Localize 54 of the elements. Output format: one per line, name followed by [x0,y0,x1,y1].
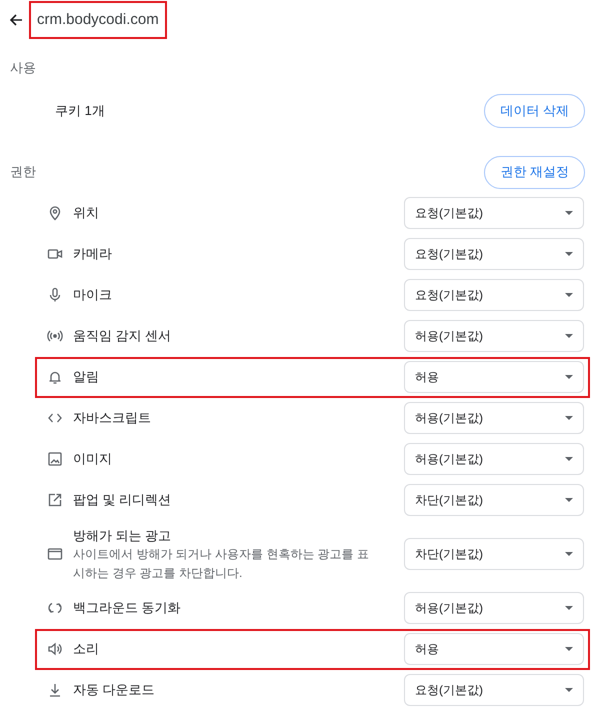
permission-dropdown[interactable]: 요청(기본값) [404,238,584,270]
location-pin-icon [47,205,63,221]
permission-label: 자바스크립트 [73,409,151,428]
permission-label: 마이크 [73,286,112,304]
caret-icon [565,606,573,610]
sync-icon [47,600,63,616]
external-link-icon [47,492,63,508]
browser-window-icon [47,546,63,562]
microphone-icon [47,287,63,303]
permission-label: 이미지 [73,450,112,468]
sensor-waves-icon [47,328,63,344]
caret-icon [565,647,573,651]
image-icon [47,451,63,467]
cookie-count: 쿠키 1개 [55,102,105,120]
site-title: crm.bodycodi.com [29,0,167,40]
back-arrow-icon[interactable] [9,13,23,27]
clear-data-button[interactable]: 데이터 삭제 [484,94,585,128]
caret-icon [565,252,573,256]
permission-label: 알림 [73,368,99,386]
permission-dropdown[interactable]: 요청(기본값) [404,197,584,229]
caret-icon [565,688,573,692]
caret-icon [565,416,573,420]
permission-label: 움직임 감지 센서 [73,327,172,346]
permission-label: 백그라운드 동기화 [73,599,181,618]
permission-dropdown[interactable]: 허용(기본값) [404,592,584,624]
permission-dropdown[interactable]: 차단(기본값) [404,484,584,516]
permission-dropdown[interactable]: 요청(기본값) [404,674,584,706]
caret-icon [565,293,573,297]
permission-dropdown[interactable]: 허용 [404,361,584,393]
reset-permissions-button[interactable]: 권한 재설정 [484,156,585,188]
caret-icon [565,498,573,502]
caret-icon [565,211,573,215]
permission-label: 방해가 되는 광고 [73,526,172,544]
permission-description: 사이트에서 방해가 되거나 사용자를 현혹하는 광고를 표시하는 경우 광고를 차단합니다. [73,546,370,582]
bell-icon [47,369,63,385]
permission-dropdown[interactable]: 허용(기본값) [404,402,584,434]
section-heading: 권한 [10,163,36,182]
caret-icon [565,334,573,338]
permission-dropdown[interactable]: 허용(기본값) [404,443,584,475]
permission-label: 팝업 및 리디렉션 [73,491,172,510]
speaker-icon [47,641,63,657]
download-icon [47,682,63,698]
permission-label: 위치 [73,204,99,222]
permission-dropdown[interactable]: 허용(기본값) [404,320,584,352]
permission-label: 소리 [73,640,99,658]
caret-icon [565,457,573,461]
caret-icon [565,552,573,556]
caret-icon [565,375,573,379]
permission-dropdown[interactable]: 허용 [404,633,584,665]
section-heading: 사용 [9,59,37,77]
permission-dropdown[interactable]: 요청(기본값) [404,279,584,311]
permission-label: 카메라 [73,245,112,264]
permission-label: 자동 다운로드 [73,681,155,700]
permission-dropdown[interactable]: 차단(기본값) [404,538,584,570]
